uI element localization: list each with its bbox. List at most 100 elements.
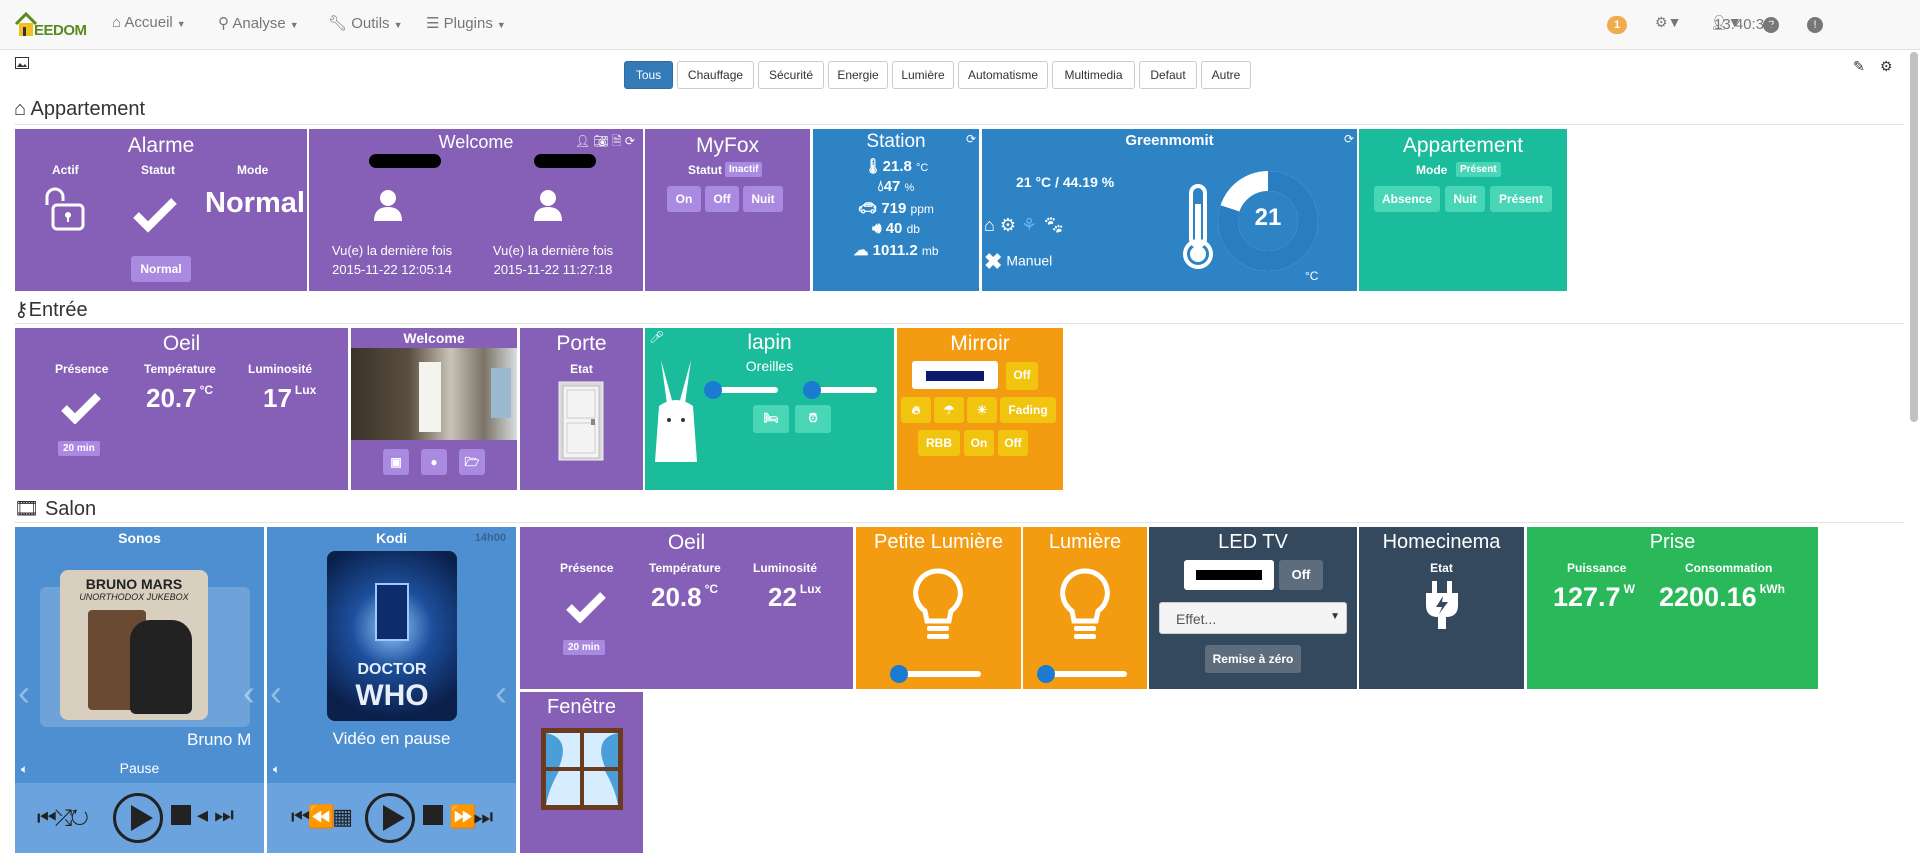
forward-icons[interactable]: ⏩⏭: [449, 804, 493, 830]
slider-knob[interactable]: [704, 381, 722, 399]
on-button[interactable]: On: [667, 186, 701, 212]
menu-analyse[interactable]: ⚲ Analyse ▼: [218, 14, 299, 32]
navbar: EEDOM ⌂ Accueil ▼ ⚲ Analyse ▼ 🔧︎ Outils ▼ ☰…: [0, 0, 1920, 50]
settings-cogs-icon[interactable]: ⚙︎: [1880, 58, 1893, 75]
last-seen-label: Vu(e) la dernière fois: [331, 243, 453, 258]
nuit-button[interactable]: Nuit: [1445, 186, 1485, 212]
next-cover-arrow[interactable]: ‹: [495, 672, 507, 714]
label-mode: Mode: [1416, 163, 1448, 177]
section-salon-title: 🎞︎ Salon: [14, 498, 97, 520]
right-ear-slider[interactable]: [803, 381, 877, 399]
filter-multimedia[interactable]: Multimedia: [1052, 61, 1135, 89]
absence-button[interactable]: Absence: [1374, 186, 1440, 212]
off-button[interactable]: Off: [1006, 362, 1038, 390]
wake-button[interactable]: ⏰︎: [795, 405, 831, 433]
filter-tous[interactable]: Tous: [624, 61, 673, 89]
jeedom-logo[interactable]: EEDOM: [14, 6, 87, 42]
normal-button[interactable]: Normal: [131, 256, 191, 282]
energy-value: 2200.16 kWh: [1659, 582, 1785, 612]
filter-energie[interactable]: Energie: [828, 61, 888, 89]
tile-homecinema: Homecinema Etat: [1359, 527, 1524, 689]
label-luminosite: Luminosité: [248, 362, 313, 376]
filter-defaut[interactable]: Defaut: [1139, 61, 1197, 89]
color-picker[interactable]: [912, 361, 998, 389]
section-entree-title: ⚷Entrée: [14, 299, 88, 321]
brightness-slider[interactable]: [890, 665, 981, 683]
settings-menu-icon[interactable]: ⚙︎▼: [1655, 14, 1681, 31]
volume-icon[interactable]: 🔈︎: [273, 762, 280, 777]
tile-alarme: Alarme Actif Statut Mode Normal Normal: [15, 129, 307, 291]
greenmomit-mode-icons[interactable]: ⌂ ⚙︎ ⚘ 🐾︎: [984, 215, 1065, 236]
slider-knob[interactable]: [1037, 665, 1055, 683]
duration-badge: 20 min: [58, 441, 100, 456]
next-cover-arrow[interactable]: ‹: [243, 672, 255, 714]
station-humidity: 💧︎47 %: [877, 178, 915, 195]
label-etat: Etat: [1430, 561, 1453, 575]
off-button[interactable]: Off: [998, 430, 1028, 456]
play-button[interactable]: [365, 793, 415, 843]
brightness-slider[interactable]: [1037, 665, 1127, 683]
previous-cover-arrow[interactable]: ‹: [18, 672, 30, 714]
camera-snapshot[interactable]: [351, 348, 517, 440]
present-button[interactable]: Présent: [1490, 186, 1552, 212]
caret-icon: ▼: [176, 19, 186, 29]
list-icon: ☰: [426, 15, 440, 32]
edit-pencil-icon[interactable]: ✎: [1853, 58, 1865, 75]
lightbulb-icon[interactable]: [911, 567, 965, 645]
sun-effect-button[interactable]: ☀︎: [967, 397, 997, 423]
divider: [14, 124, 1904, 125]
nuit-button[interactable]: Nuit: [743, 186, 783, 212]
filter-chauffage[interactable]: Chauffage: [677, 61, 754, 89]
sleep-button[interactable]: 🛏︎: [753, 405, 789, 433]
filter-autre[interactable]: Autre: [1201, 61, 1251, 89]
off-button[interactable]: Off: [1279, 560, 1323, 590]
lightbulb-icon[interactable]: [1058, 567, 1112, 645]
snapshot-image-button[interactable]: ▣: [383, 449, 409, 475]
info-icon[interactable]: !: [1807, 17, 1823, 33]
filter-securite[interactable]: Sécurité: [758, 61, 824, 89]
welcome-action-icons[interactable]: 👤︎ 📷︎ 🗎 ⟳: [575, 132, 635, 153]
tile-appartement-mode: Appartement Mode Présent Absence Nuit Pr…: [1359, 129, 1567, 291]
refresh-icon[interactable]: ⟳: [1344, 132, 1354, 146]
image-icon[interactable]: [15, 56, 29, 72]
fire-effect-button[interactable]: 🔥︎: [901, 397, 931, 423]
folder-button[interactable]: 🗁: [459, 449, 485, 475]
menu-plugins[interactable]: ☰ Plugins ▼: [426, 14, 506, 32]
fading-button[interactable]: Fading: [1000, 397, 1056, 423]
album-cover[interactable]: BRUNO MARS UNORTHODOX JUKEBOX: [60, 570, 208, 720]
page-scrollbar[interactable]: [1910, 52, 1918, 422]
record-icon: ●: [430, 455, 438, 469]
refresh-icon[interactable]: ⟳: [966, 132, 976, 146]
tile-title: Prise: [1649, 531, 1696, 553]
off-button[interactable]: Off: [705, 186, 739, 212]
menu-outils[interactable]: 🔧︎ Outils ▼: [328, 14, 402, 32]
tile-mirroir: Mirroir Off 🔥︎ ☂︎ ☀︎ Fading RBB On Off: [897, 328, 1063, 490]
filter-automatisme[interactable]: Automatisme: [958, 61, 1048, 89]
stop-button[interactable]: [171, 805, 191, 825]
record-button[interactable]: ●: [421, 449, 447, 475]
umbrella-effect-button[interactable]: ☂︎: [934, 397, 964, 423]
rbb-button[interactable]: RBB: [918, 430, 960, 456]
on-button[interactable]: On: [964, 430, 994, 456]
slider-knob[interactable]: [890, 665, 908, 683]
film-icon: 🎞︎: [14, 498, 40, 520]
filter-lumiere[interactable]: Lumière: [892, 61, 954, 89]
rewind-icons[interactable]: ⏮⏪▦: [291, 804, 353, 830]
reset-button[interactable]: Remise à zéro: [1205, 645, 1301, 673]
plug-icon[interactable]: [1424, 581, 1460, 629]
notification-badge[interactable]: 1: [1607, 16, 1627, 34]
slider-knob[interactable]: [803, 381, 821, 399]
menu-accueil[interactable]: ⌂ Accueil ▼: [112, 14, 186, 31]
stop-button[interactable]: [423, 805, 443, 825]
color-picker[interactable]: [1184, 560, 1274, 590]
effect-select[interactable]: Effet... ▼: [1159, 602, 1347, 634]
unlock-icon[interactable]: [41, 185, 89, 233]
volume-down-next-icons[interactable]: ◂ ⏭: [197, 802, 234, 828]
play-button[interactable]: [113, 793, 163, 843]
last-seen-date: 2015-11-22 12:05:14: [332, 262, 452, 277]
previous-cover-arrow[interactable]: ‹: [270, 672, 282, 714]
fire-icon: 🔥︎: [911, 403, 921, 417]
prev-shuffle-repeat-icons[interactable]: ⏮⤮↻: [37, 805, 89, 831]
left-ear-slider[interactable]: [704, 381, 778, 399]
tv-poster[interactable]: DOCTOR WHO: [327, 551, 457, 721]
